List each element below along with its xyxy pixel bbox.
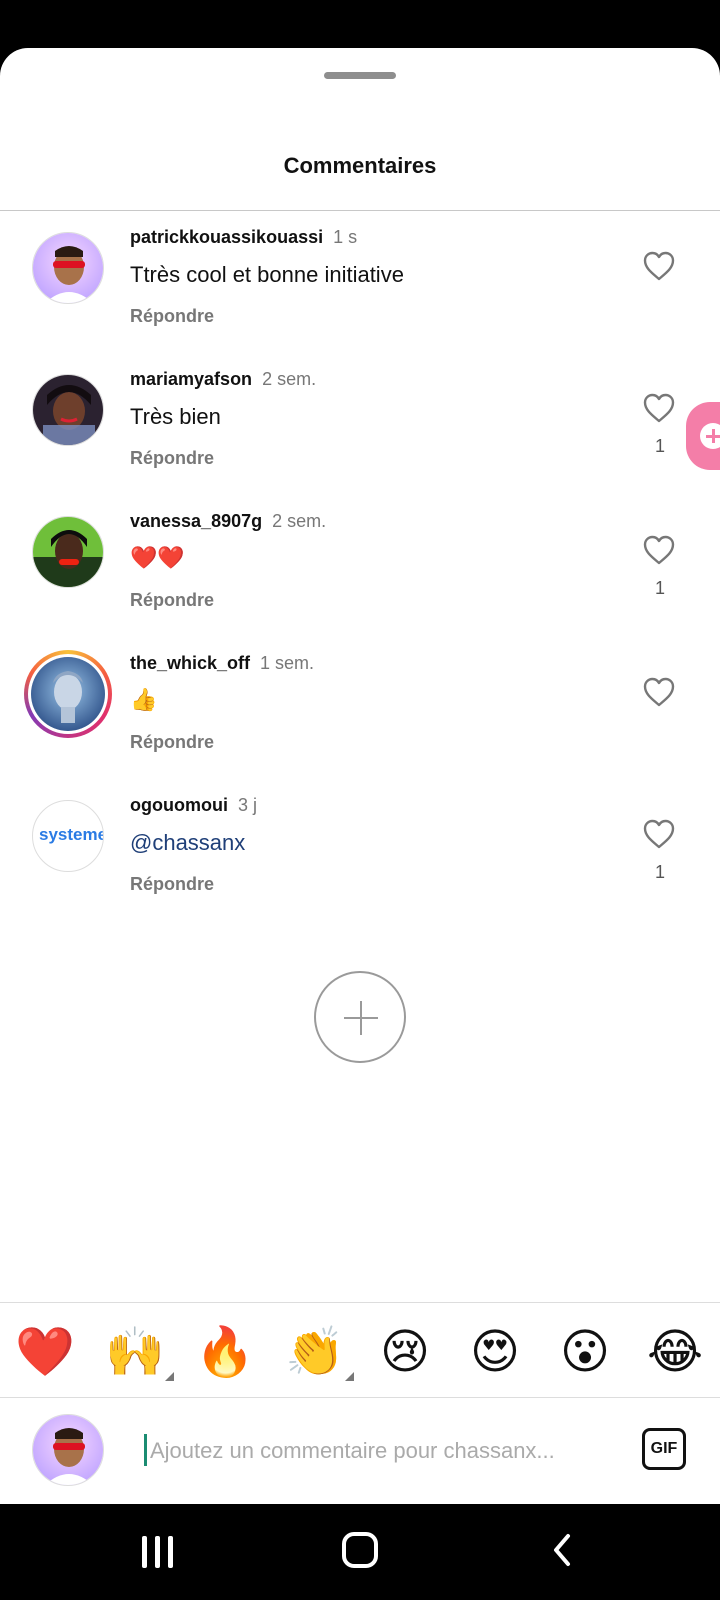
home-icon[interactable] bbox=[342, 1532, 378, 1568]
comment-username[interactable]: ogouomoui bbox=[130, 795, 228, 815]
current-user-avatar bbox=[32, 1414, 104, 1486]
system-navigation-bar bbox=[0, 1504, 720, 1600]
divider bbox=[0, 210, 720, 211]
reply-button[interactable]: Répondre bbox=[130, 590, 214, 611]
emoji-clapping[interactable]: 👏 bbox=[284, 1321, 354, 1383]
comment-username[interactable]: vanessa_8907g bbox=[130, 511, 262, 531]
comment-username[interactable]: patrickkouassikouassi bbox=[130, 227, 323, 247]
comment-time: 3 j bbox=[237, 795, 257, 815]
emoji-fire[interactable]: 🔥 bbox=[194, 1321, 256, 1383]
comments-sheet: Commentaires patrickkouassikouassi 1 s Tt… bbox=[0, 48, 720, 1504]
reply-button[interactable]: Répondre bbox=[130, 732, 214, 753]
comment-time: 2 sem. bbox=[262, 369, 317, 389]
reply-button[interactable]: Répondre bbox=[130, 448, 214, 469]
comment-text: Ttrès cool et bonne initiative bbox=[130, 262, 404, 287]
avatar-logo-text: systeme bbox=[39, 825, 104, 844]
sheet-title: Commentaires bbox=[283, 153, 437, 178]
avatar[interactable] bbox=[32, 232, 104, 304]
comment-item: the_whick_off 1 sem. 👍 Répondre bbox=[0, 638, 720, 768]
avatar[interactable] bbox=[32, 516, 104, 588]
gif-icon[interactable]: GIF bbox=[642, 1428, 686, 1470]
heart-icon[interactable] bbox=[642, 392, 676, 424]
add-icon bbox=[700, 423, 720, 449]
comment-composer: GIF bbox=[0, 1398, 720, 1504]
sheet-grabber[interactable] bbox=[324, 72, 396, 79]
emoji-heart-eyes[interactable]: 😍 bbox=[464, 1321, 526, 1383]
back-icon[interactable] bbox=[548, 1532, 578, 1568]
avatar bbox=[31, 657, 105, 731]
comment-time: 1 sem. bbox=[260, 653, 315, 673]
comment-mention[interactable]: @chassanx bbox=[130, 830, 245, 856]
comment-item: patrickkouassikouassi 1 s Ttrès cool et b… bbox=[0, 212, 720, 342]
emoji-laughing[interactable]: 😂 bbox=[644, 1321, 706, 1383]
comment-input[interactable] bbox=[148, 1428, 612, 1474]
like-count: 1 bbox=[654, 862, 665, 882]
reply-button[interactable]: Répondre bbox=[130, 874, 214, 895]
comment-time: 2 sem. bbox=[272, 511, 327, 531]
emoji-heart[interactable]: ❤️ bbox=[14, 1321, 76, 1383]
comment-username[interactable]: mariamyafson bbox=[130, 369, 252, 389]
avatar-story-ring[interactable] bbox=[24, 650, 112, 738]
avatar[interactable]: systeme bbox=[32, 800, 104, 872]
reply-button[interactable]: Répondre bbox=[130, 306, 214, 327]
floating-action-button[interactable] bbox=[686, 402, 720, 470]
text-cursor bbox=[144, 1434, 147, 1466]
comment-time: 1 s bbox=[333, 227, 358, 247]
heart-icon[interactable] bbox=[642, 534, 676, 566]
heart-icon[interactable] bbox=[642, 250, 676, 282]
emoji-raising-hands[interactable]: 🙌 bbox=[104, 1321, 174, 1383]
emoji-surprised[interactable]: 😮 bbox=[554, 1321, 616, 1383]
like-count: 1 bbox=[654, 436, 665, 456]
quick-emoji-bar: ❤️ 🙌 🔥 👏 😢 😍 😮 😂 bbox=[0, 1303, 720, 1397]
comment-username[interactable]: the_whick_off bbox=[130, 653, 250, 673]
comment-text: ❤️❤️ bbox=[130, 546, 185, 571]
emoji-crying[interactable]: 😢 bbox=[374, 1321, 436, 1383]
comment-item: vanessa_8907g 2 sem. ❤️❤️ Répondre 1 bbox=[0, 496, 720, 626]
heart-icon[interactable] bbox=[642, 676, 676, 708]
recent-apps-icon[interactable] bbox=[140, 1536, 176, 1568]
like-count: 1 bbox=[654, 578, 665, 598]
comment-item: mariamyafson 2 sem. Très bien Répondre 1 bbox=[0, 354, 720, 484]
comment-text: Très bien bbox=[130, 404, 221, 429]
avatar[interactable] bbox=[32, 374, 104, 446]
load-more-comments-button[interactable] bbox=[314, 971, 406, 1063]
comment-item: systeme ogouomoui 3 j @chassanx Répondre … bbox=[0, 780, 720, 910]
skin-tone-indicator bbox=[165, 1372, 174, 1381]
heart-icon[interactable] bbox=[642, 818, 676, 850]
skin-tone-indicator bbox=[345, 1372, 354, 1381]
comment-text: 👍 bbox=[130, 688, 158, 713]
